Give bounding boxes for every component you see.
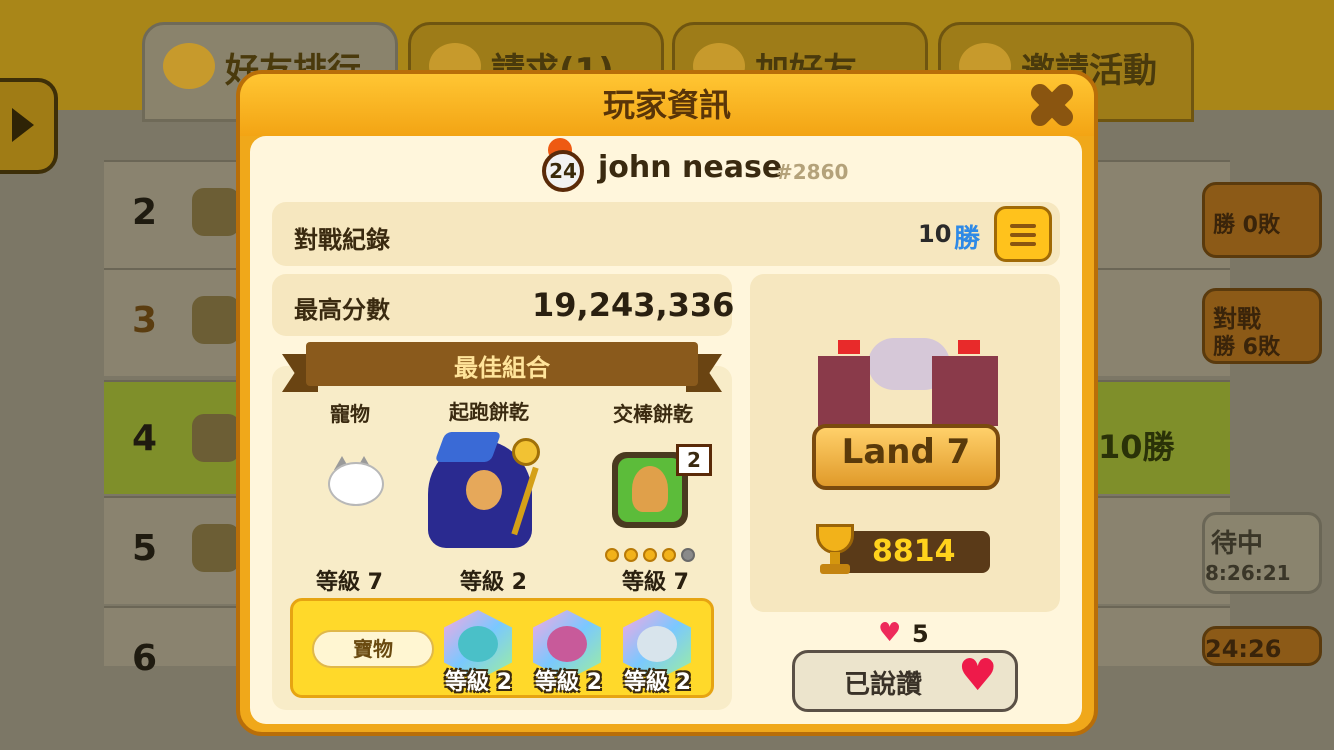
castle-icon: [818, 356, 870, 426]
trophy-count: 8814: [872, 534, 956, 569]
rank-avatar-icon: [192, 188, 240, 236]
record-menu-button[interactable]: [994, 206, 1052, 262]
treasure-level: 等級 2: [445, 670, 512, 695]
side-expand-button[interactable]: [0, 78, 58, 174]
pet-label: 寵物: [330, 402, 370, 426]
player-name: john nease: [598, 150, 783, 185]
play-arrow-icon: [12, 108, 34, 142]
rank-number: 5: [132, 528, 158, 569]
player-tag: #2860: [776, 160, 849, 184]
row-status-text: 勝 6敗: [1213, 335, 1280, 360]
dialog-title: 玩家資訊: [602, 86, 731, 124]
wins-unit: 勝: [954, 224, 981, 254]
flag-icon: [958, 340, 980, 354]
row-status-title: 待中: [1211, 529, 1264, 559]
best-combo-title: 最佳組合: [454, 354, 550, 382]
cookie-label: 起跑餅乾: [449, 400, 529, 424]
like-count: 5: [912, 620, 929, 648]
best-score-label: 最高分數: [294, 296, 390, 324]
rank-avatar-icon: [192, 414, 240, 462]
row-action-button[interactable]: 勝 0敗: [1202, 182, 1322, 258]
treasure-level: 等級 2: [624, 670, 691, 695]
rank-avatar-icon: [192, 296, 240, 344]
pet-body: [328, 462, 384, 506]
menu-icon-line: [1010, 233, 1036, 237]
player-level-badge: 24: [542, 150, 584, 192]
relay-cookie-level: 等級 7: [622, 570, 689, 595]
liked-button-label: 已說讚: [844, 670, 923, 700]
row-action-button[interactable]: 對戰 勝 6敗: [1202, 288, 1322, 364]
trophy-stem: [830, 552, 840, 564]
heart-icon: ♥: [958, 650, 998, 701]
star-filled-icon: [605, 548, 619, 562]
trophy-base: [820, 564, 850, 574]
moon-star-icon: [512, 438, 540, 466]
menu-icon: [1010, 224, 1036, 228]
pet-level: 等級 7: [316, 570, 383, 595]
row-action-button[interactable]: 24:26: [1202, 626, 1322, 666]
battle-record-label: 對戰紀錄: [294, 226, 390, 254]
row-action-button[interactable]: 待中 8:26:21: [1202, 512, 1322, 594]
pet-icon[interactable]: [318, 456, 384, 506]
trophy-icon: [810, 524, 860, 578]
cookie-face: [466, 470, 502, 510]
castle-tower-icon: [932, 356, 998, 426]
rank-number: 6: [132, 638, 158, 679]
treasure-level: 等級 2: [535, 670, 602, 695]
treasure-core: [637, 626, 677, 662]
treasure-core: [458, 626, 498, 662]
moonlight-cookie-icon[interactable]: [428, 432, 540, 548]
close-button[interactable]: [1024, 78, 1080, 134]
trophy-cup: [816, 524, 854, 554]
row-timer-text: 24:26: [1205, 635, 1282, 663]
menu-icon-line: [1010, 242, 1036, 246]
best-score-value: 19,243,336: [532, 286, 735, 324]
treasure-core: [547, 626, 587, 662]
row-status-text: 10勝: [1098, 428, 1175, 466]
relay-count-badge: 2: [676, 444, 712, 476]
rank-number: 4: [132, 418, 158, 459]
star-filled-icon: [624, 548, 638, 562]
rank-number: 3: [132, 300, 158, 341]
wins-count: 10: [918, 220, 952, 248]
heart-icon: ♥: [878, 618, 902, 648]
rank-number: 2: [132, 192, 158, 233]
star-filled-icon: [662, 548, 676, 562]
star-empty-icon: [681, 548, 695, 562]
friends-icon: [163, 43, 215, 89]
land-label: Land 7: [841, 432, 971, 472]
treasure-label: 寶物: [312, 630, 434, 668]
flag-icon: [838, 340, 860, 354]
cookie-hat: [434, 432, 502, 462]
gingerbread-cookie-icon: [632, 466, 668, 512]
relay-cookie-label: 交棒餅乾: [613, 402, 693, 426]
cookie-level: 等級 2: [460, 570, 527, 595]
rank-avatar-icon: [192, 524, 240, 572]
row-timer-text: 8:26:21: [1205, 561, 1291, 585]
star-filled-icon: [643, 548, 657, 562]
row-status-text: 勝 0敗: [1213, 213, 1280, 238]
